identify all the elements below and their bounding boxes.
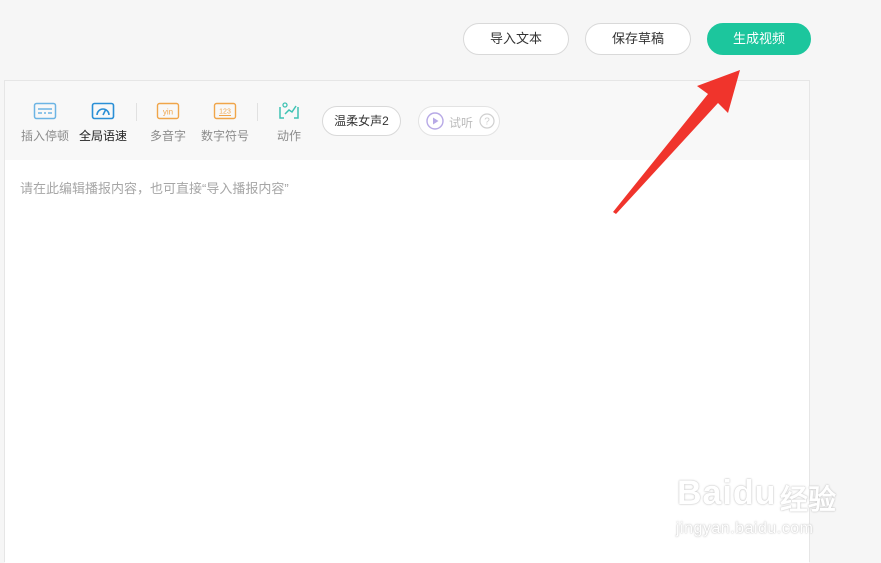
tool-action[interactable]: 动作 — [271, 101, 307, 144]
voice-select[interactable]: 温柔女声2 — [322, 106, 401, 136]
tool-label: 插入停顿 — [20, 129, 69, 143]
help-icon[interactable]: ? — [479, 113, 495, 129]
pause-insert-icon — [33, 102, 57, 120]
play-icon — [426, 112, 444, 130]
generate-video-button[interactable]: 生成视频 — [707, 23, 811, 55]
tool-global-speed[interactable]: 全局语速 — [77, 101, 129, 144]
import-text-button[interactable]: 导入文本 — [463, 23, 569, 55]
tool-number-symbol[interactable]: 123 数字符号 — [199, 101, 251, 144]
watermark-url: jingyan.baidu.com — [676, 520, 814, 537]
save-draft-button[interactable]: 保存草稿 — [585, 23, 691, 55]
action-icon — [279, 102, 299, 119]
tool-label: 全局语速 — [78, 129, 127, 143]
toolbar-divider — [257, 103, 258, 121]
tool-insert-pause[interactable]: 插入停顿 — [19, 101, 71, 144]
tool-label: 多音字 — [149, 129, 186, 143]
red-annotation-arrow — [613, 70, 740, 214]
svg-text:yin: yin — [163, 108, 173, 117]
tool-label: 动作 — [276, 129, 301, 143]
preview-listen-button[interactable]: 试听 ? — [418, 106, 500, 136]
number-icon: 123 — [213, 102, 237, 120]
speedometer-icon — [91, 102, 115, 120]
listen-label: 试听 — [449, 116, 474, 130]
toolbar-divider — [136, 103, 137, 121]
watermark-brand: 经验 — [780, 484, 837, 515]
tool-polyphone[interactable]: yin 多音字 — [146, 101, 190, 144]
tool-label: 数字符号 — [200, 129, 249, 143]
watermark-logo: Baidu — [677, 474, 777, 512]
svg-text:123: 123 — [219, 109, 231, 116]
pinyin-icon: yin — [156, 102, 180, 120]
svg-text:?: ? — [484, 117, 490, 128]
